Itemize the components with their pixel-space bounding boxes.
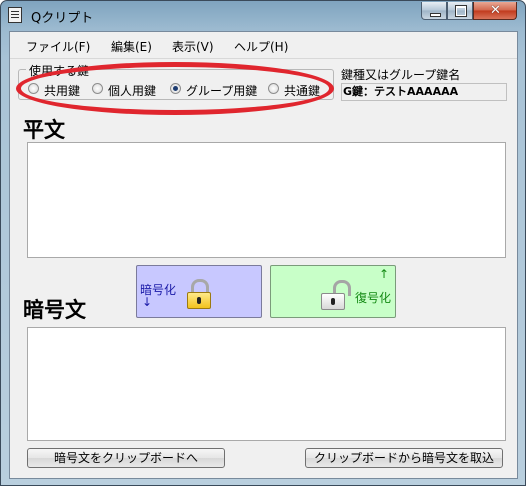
minimize-icon: [430, 13, 441, 17]
radio-circle: [28, 83, 39, 94]
menu-edit[interactable]: 編集(E): [111, 38, 152, 55]
radio-circle: [92, 83, 103, 94]
minimize-button[interactable]: [421, 2, 447, 20]
menu-file[interactable]: ファイル(F): [26, 38, 90, 55]
encrypt-button[interactable]: 暗号化 ↓: [136, 265, 262, 318]
radio-label: 個人用鍵: [108, 84, 157, 98]
down-arrow-icon: ↓: [142, 295, 153, 309]
copy-ciphertext-to-clipboard-button[interactable]: 暗号文をクリップボードへ: [27, 448, 225, 468]
menu-view[interactable]: 表示(V): [172, 38, 214, 55]
close-button[interactable]: ✕: [473, 2, 517, 20]
maximize-icon: [455, 5, 467, 17]
open-lock-icon: [321, 280, 351, 310]
client-area: ファイル(F) 編集(E) 表示(V) ヘルプ(H) 使用する鍵 共用鍵 個人用…: [9, 31, 518, 479]
radio-circle: [268, 83, 279, 94]
radio-circle-selected: [170, 83, 181, 94]
app-icon[interactable]: [8, 7, 22, 23]
menu-bar: ファイル(F) 編集(E) 表示(V) ヘルプ(H): [10, 32, 517, 59]
title-bar[interactable]: Qクリプト ✕: [1, 1, 525, 31]
key-name-field: G鍵：テストAAAAAA: [341, 83, 507, 101]
maximize-button[interactable]: [447, 2, 473, 20]
key-name-label: 鍵種又はグループ鍵名: [341, 68, 461, 82]
plaintext-title: 平文: [23, 118, 65, 142]
menu-help[interactable]: ヘルプ(H): [234, 38, 288, 55]
app-window: Qクリプト ✕ ファイル(F) 編集(E) 表示(V) ヘルプ(H) 使用する鍵…: [0, 0, 526, 486]
closed-lock-icon: [187, 279, 211, 309]
plaintext-input[interactable]: [27, 142, 506, 258]
window-title: Qクリプト: [31, 11, 94, 26]
ciphertext-input[interactable]: [27, 327, 506, 441]
import-ciphertext-from-clipboard-button[interactable]: クリップボードから暗号文を取込: [305, 448, 503, 468]
radio-label: グループ用鍵: [186, 84, 258, 98]
decrypt-label: 復号化: [355, 291, 392, 305]
decrypt-button[interactable]: ↑ 復号化: [270, 265, 396, 318]
close-icon: ✕: [490, 3, 501, 18]
radio-label: 共通鍵: [284, 84, 321, 98]
up-arrow-icon: ↑: [379, 267, 390, 281]
key-usage-legend: 使用する鍵: [26, 62, 93, 79]
radio-label: 共用鍵: [44, 84, 81, 98]
ciphertext-title: 暗号文: [23, 298, 86, 322]
